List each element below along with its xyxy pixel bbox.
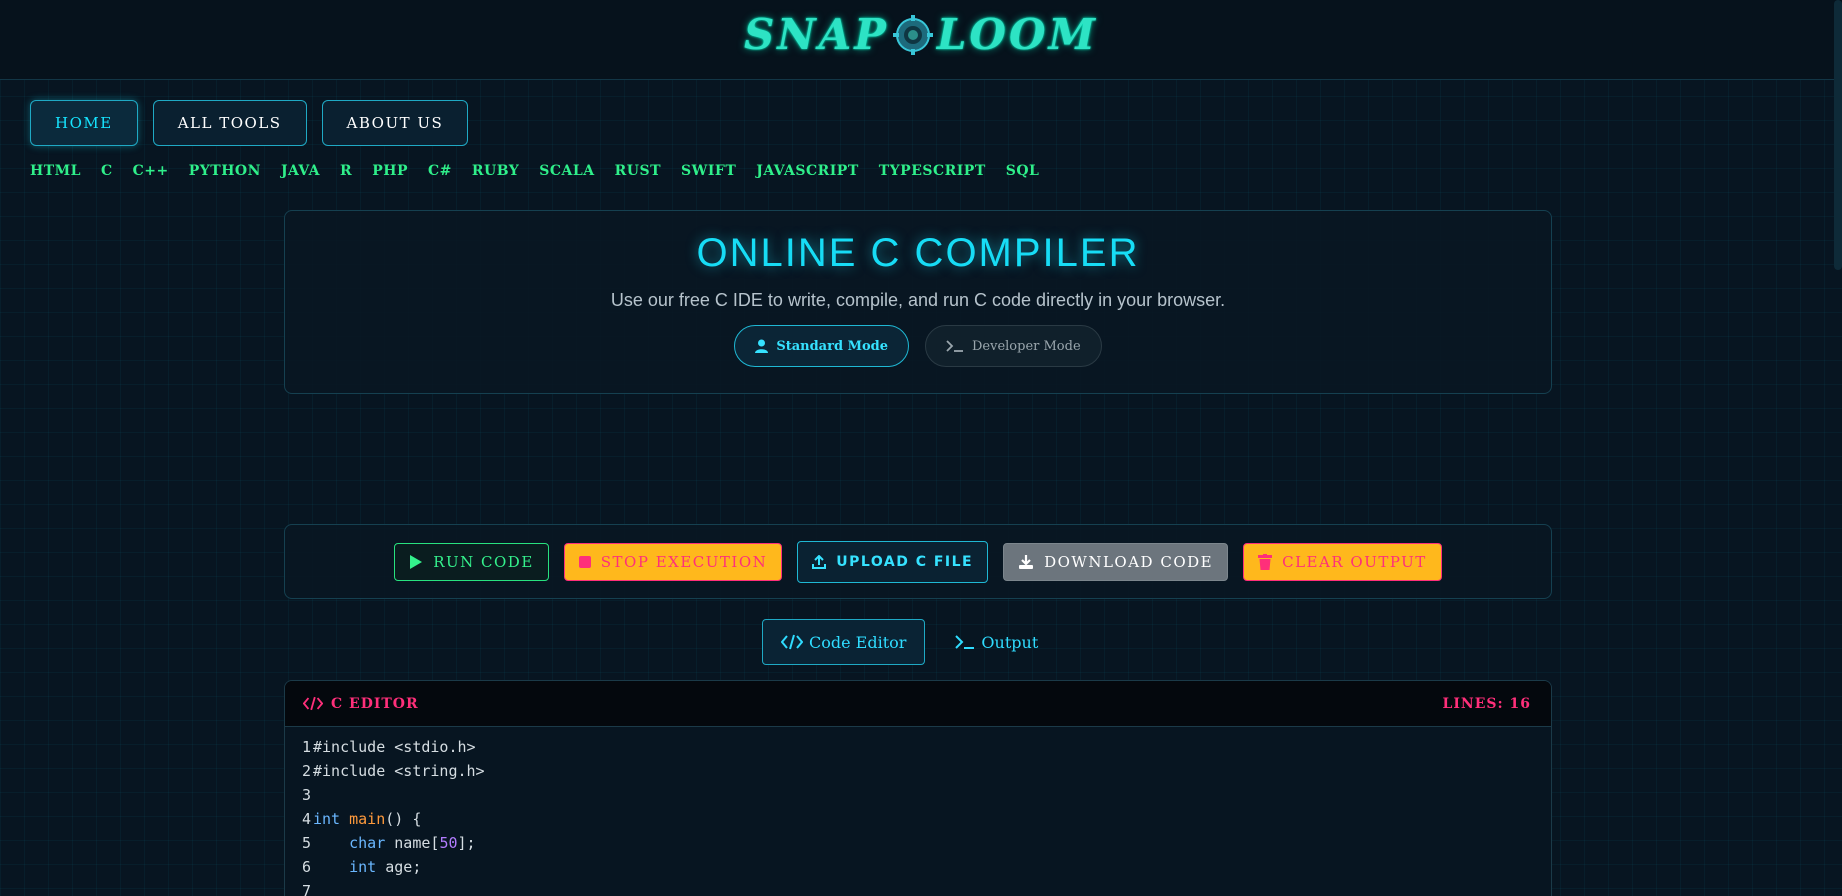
hero-panel: ONLINE C COMPILER Use our free C IDE to … (284, 210, 1552, 394)
editor-header: C EDITOR LINES: 16 (285, 681, 1551, 727)
lang-link[interactable]: C++ (133, 163, 169, 179)
run-code-label: RUN CODE (433, 552, 534, 571)
main-nav: HOME ALL TOOLS ABOUT US (30, 100, 469, 146)
lang-link[interactable]: PHP (372, 163, 408, 179)
upload-file-label: UPLOAD C FILE (836, 553, 974, 570)
download-code-button[interactable]: DOWNLOAD CODE (1003, 542, 1229, 581)
lang-link[interactable]: SQL (1006, 163, 1040, 179)
editor-title-label: C EDITOR (331, 695, 419, 712)
run-code-button[interactable]: RUN CODE (394, 542, 549, 581)
view-tabs: Code Editor Output (762, 619, 1038, 665)
logo-text-left: SNAP (743, 10, 889, 59)
lang-link[interactable]: JAVASCRIPT (756, 163, 859, 179)
tab-output[interactable]: Output (955, 619, 1038, 665)
code-editor-panel: C EDITOR LINES: 16 1 #include <stdio.h> 2… (284, 680, 1552, 896)
code-line: 4 int main() { (301, 810, 422, 828)
scrollbar[interactable] (1834, 0, 1842, 270)
lang-link[interactable]: HTML (30, 163, 81, 179)
nav-about-us[interactable]: ABOUT US (321, 100, 469, 146)
code-area[interactable]: 1 #include <stdio.h> 2 #include <string.h>… (285, 727, 1551, 896)
download-icon (1019, 554, 1034, 569)
stop-execution-label: STOP EXECUTION (600, 552, 768, 571)
logo-text-right: LOOM (936, 10, 1099, 59)
code-icon (303, 696, 323, 711)
lang-link[interactable]: C (101, 163, 113, 179)
language-links: HTML C C++ PYTHON JAVA R PHP C# RUBY SCA… (30, 163, 1039, 179)
stop-icon (578, 555, 591, 568)
lang-link[interactable]: RUST (615, 163, 661, 179)
clear-output-label: CLEAR OUTPUT (1282, 552, 1427, 571)
page-subtitle: Use our free C IDE to write, compile, an… (610, 290, 1226, 310)
trash-icon (1258, 553, 1273, 570)
nav-home[interactable]: HOME (30, 100, 138, 146)
lang-link[interactable]: TYPESCRIPT (879, 163, 986, 179)
terminal-icon (955, 635, 975, 649)
lang-link[interactable]: JAVA (281, 163, 320, 179)
code-line: 5 char name[50]; (301, 834, 476, 852)
mode-toggle: Standard Mode Developer Mode (285, 325, 1551, 367)
user-icon (755, 339, 769, 353)
code-icon (781, 634, 803, 650)
tab-code-editor-label: Code Editor (809, 632, 907, 652)
lang-link[interactable]: PYTHON (189, 163, 261, 179)
line-count: LINES: 16 (1442, 695, 1531, 712)
action-toolbar: RUN CODE STOP EXECUTION UPLOAD C FILE DO… (284, 524, 1552, 599)
tab-output-label: Output (981, 632, 1039, 652)
tab-code-editor[interactable]: Code Editor (762, 619, 926, 665)
lang-link[interactable]: SWIFT (681, 163, 736, 179)
stop-execution-button[interactable]: STOP EXECUTION (563, 542, 783, 581)
lang-link[interactable]: R (340, 163, 352, 179)
standard-mode-label: Standard Mode (776, 338, 888, 354)
code-line: 3 (301, 786, 311, 804)
editor-title: C EDITOR (303, 696, 419, 712)
developer-mode-label: Developer Mode (972, 338, 1081, 354)
top-header: SNAP LOOM (0, 0, 1842, 80)
play-icon (410, 554, 423, 569)
lang-link[interactable]: C# (428, 163, 452, 179)
upload-file-button[interactable]: UPLOAD C FILE (797, 540, 989, 583)
gear-icon (892, 15, 933, 55)
terminal-icon (946, 340, 963, 352)
page-title: ONLINE C COMPILER (696, 231, 1140, 275)
lang-link[interactable]: SCALA (539, 163, 594, 179)
site-logo[interactable]: SNAP LOOM (0, 10, 1842, 59)
upload-icon (812, 554, 827, 569)
clear-output-button[interactable]: CLEAR OUTPUT (1243, 542, 1442, 581)
nav-all-tools[interactable]: ALL TOOLS (152, 100, 307, 146)
lang-link[interactable]: RUBY (472, 163, 519, 179)
standard-mode-button[interactable]: Standard Mode (734, 325, 909, 367)
download-code-label: DOWNLOAD CODE (1044, 552, 1214, 571)
developer-mode-button[interactable]: Developer Mode (925, 325, 1102, 367)
code-line: 2 #include <string.h> (301, 762, 485, 780)
code-line: 1 #include <stdio.h> (301, 738, 476, 756)
code-line: 6 int age; (301, 858, 422, 876)
code-line: 7 (301, 882, 311, 896)
